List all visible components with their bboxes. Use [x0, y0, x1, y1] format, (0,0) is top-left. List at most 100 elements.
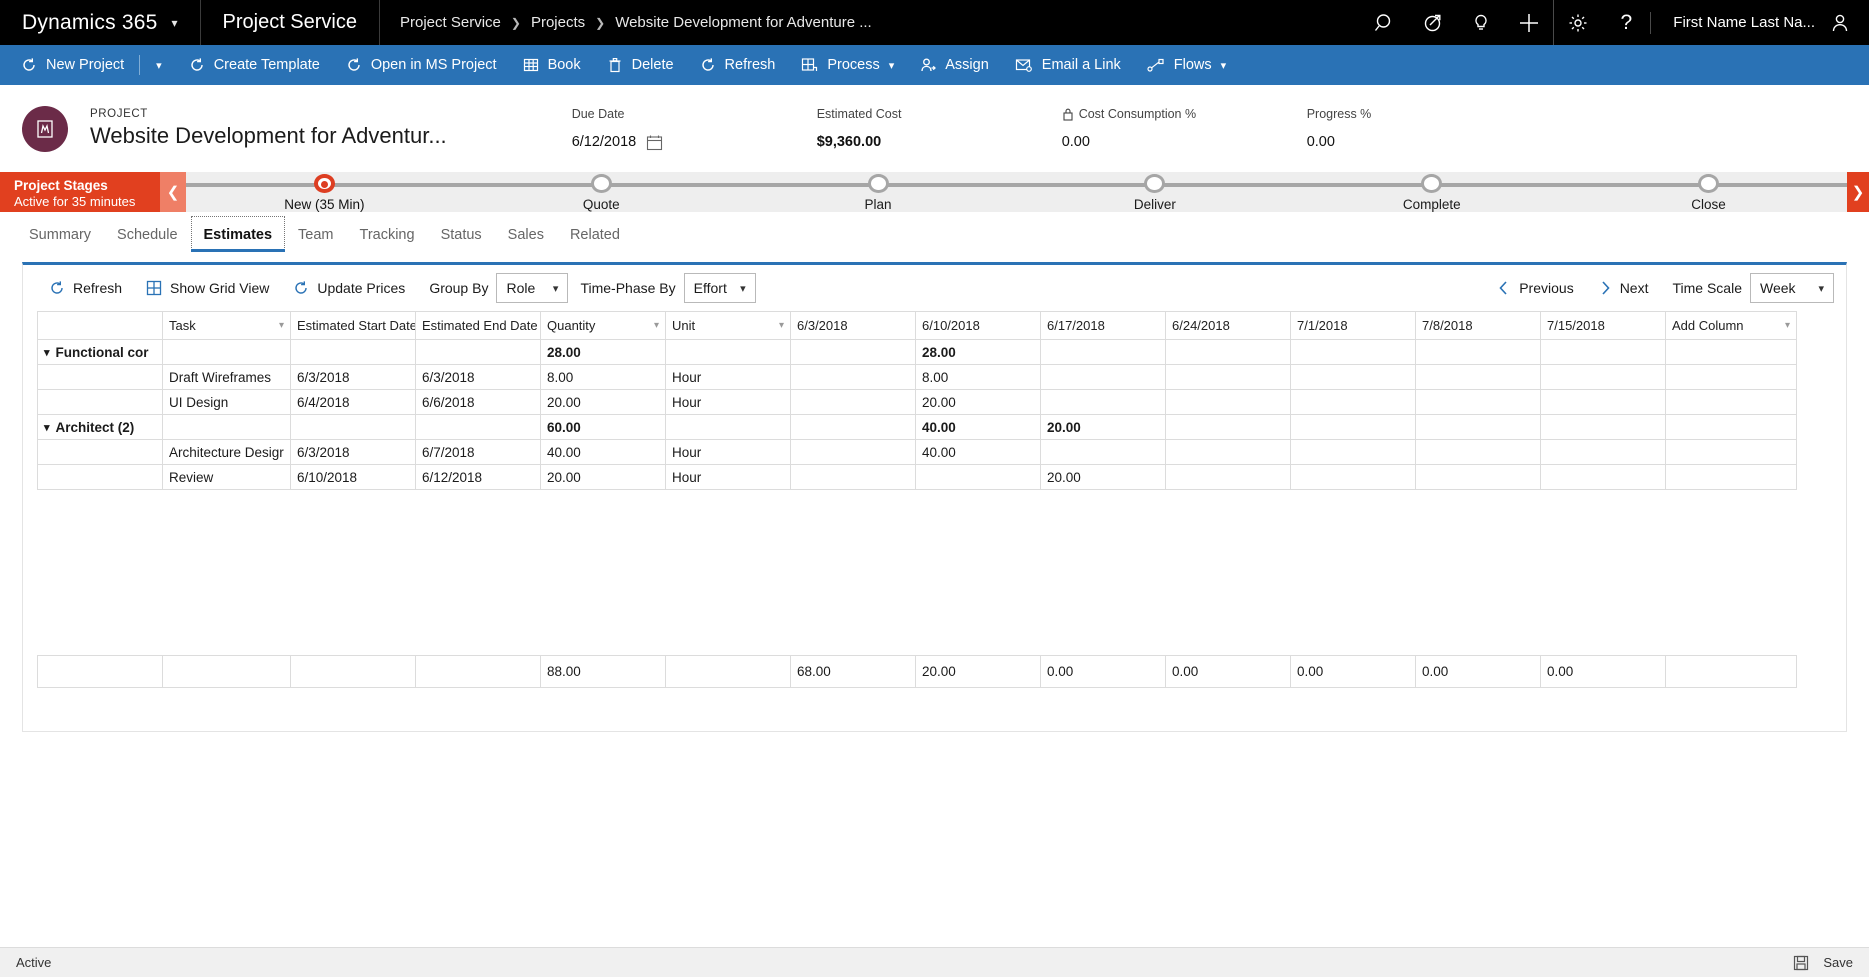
chevron-down-icon[interactable]: ▾ [279, 320, 284, 331]
cell-week-3[interactable] [1040, 339, 1166, 365]
group-cell[interactable] [37, 389, 163, 415]
cell-task[interactable]: UI Design [162, 389, 291, 415]
column-header-week-2[interactable]: 6/10/2018 [915, 311, 1041, 340]
delete-button[interactable]: Delete [594, 45, 687, 85]
tab-team[interactable]: Team [285, 216, 346, 252]
cell-task[interactable]: Architecture Desigr [162, 439, 291, 465]
cell-unit[interactable]: Hour [665, 389, 791, 415]
tab-summary[interactable]: Summary [16, 216, 104, 252]
cell-week-5[interactable] [1290, 464, 1416, 490]
save-label[interactable]: Save [1823, 955, 1853, 970]
table-row[interactable]: ▾ Architect (2) 60.00 40.00 20.00 [37, 414, 1797, 440]
cell-week-4[interactable] [1165, 464, 1291, 490]
cell-week-5[interactable] [1290, 439, 1416, 465]
cell-unit[interactable]: Hour [665, 464, 791, 490]
cell-week-1[interactable] [790, 414, 916, 440]
group-cell[interactable] [37, 439, 163, 465]
table-row[interactable]: Review 6/10/2018 6/12/2018 20.00 Hour 20… [37, 464, 1797, 490]
column-header-quantity[interactable]: Quantity ▾ [540, 311, 666, 340]
cell-end[interactable]: 6/6/2018 [415, 389, 541, 415]
cell-add-column[interactable] [1665, 339, 1797, 365]
chevron-down-icon[interactable]: ▾ [889, 59, 895, 72]
cell-week-2[interactable]: 28.00 [915, 339, 1041, 365]
chevron-down-icon[interactable]: ▾ [1785, 320, 1790, 331]
flows-button[interactable]: Flows ▾ [1134, 45, 1239, 85]
stage-title-block[interactable]: Project Stages Active for 35 minutes [0, 172, 160, 212]
breadcrumb-item-0[interactable]: Project Service [400, 14, 501, 31]
cell-week-2[interactable] [915, 464, 1041, 490]
cell-add-column[interactable] [1665, 389, 1797, 415]
cell-quantity[interactable]: 8.00 [540, 364, 666, 390]
cell-start[interactable]: 6/10/2018 [290, 464, 416, 490]
cell-unit[interactable] [665, 414, 791, 440]
cell-quantity[interactable]: 20.00 [540, 389, 666, 415]
cell-unit[interactable]: Hour [665, 439, 791, 465]
cell-add-column[interactable] [1665, 364, 1797, 390]
stage-plan[interactable]: Plan [740, 172, 1017, 212]
cell-week-7[interactable] [1540, 364, 1666, 390]
cell-add-column[interactable] [1665, 464, 1797, 490]
chevron-down-icon[interactable]: ▾ [779, 320, 784, 331]
table-row[interactable]: Draft Wireframes 6/3/2018 6/3/2018 8.00 … [37, 364, 1797, 390]
user-menu[interactable]: First Name Last Na... [1650, 11, 1869, 34]
due-date-value-row[interactable]: 6/12/2018 [572, 134, 817, 151]
refresh-button[interactable]: Refresh [687, 45, 789, 85]
cell-end[interactable] [415, 414, 541, 440]
chevron-down-icon[interactable]: ▾ [1221, 59, 1227, 72]
cell-quantity[interactable]: 40.00 [540, 439, 666, 465]
cell-week-5[interactable] [1290, 339, 1416, 365]
cell-week-4[interactable] [1165, 339, 1291, 365]
tab-schedule[interactable]: Schedule [104, 216, 190, 252]
cell-week-7[interactable] [1540, 414, 1666, 440]
new-project-button[interactable]: New Project [8, 45, 137, 85]
cell-week-7[interactable] [1540, 339, 1666, 365]
breadcrumb-item-1[interactable]: Projects [531, 14, 585, 31]
cell-start[interactable] [290, 414, 416, 440]
gear-icon[interactable] [1554, 0, 1602, 45]
cell-week-1[interactable] [790, 389, 916, 415]
cell-end[interactable]: 6/3/2018 [415, 364, 541, 390]
column-header-week-5[interactable]: 7/1/2018 [1290, 311, 1416, 340]
create-template-button[interactable]: Create Template [176, 45, 333, 85]
cell-task[interactable] [162, 414, 291, 440]
cell-week-6[interactable] [1415, 364, 1541, 390]
cell-add-column[interactable] [1665, 414, 1797, 440]
app-name[interactable]: Project Service [201, 0, 380, 45]
column-header-week-3[interactable]: 6/17/2018 [1040, 311, 1166, 340]
tab-status[interactable]: Status [428, 216, 495, 252]
stage-prev-arrow-icon[interactable]: ❮ [160, 172, 186, 212]
cell-week-6[interactable] [1415, 389, 1541, 415]
cell-week-4[interactable] [1165, 389, 1291, 415]
tab-estimates[interactable]: Estimates [190, 216, 286, 252]
help-icon[interactable]: ? [1602, 0, 1650, 45]
time-phase-by-select[interactable]: Effort ▾ [683, 273, 756, 303]
show-grid-view-button[interactable]: Show Grid View [134, 280, 281, 296]
group-cell[interactable] [37, 364, 163, 390]
column-header-estimated-end-date[interactable]: Estimated End Date▾ [415, 311, 541, 340]
cell-start[interactable]: 6/3/2018 [290, 364, 416, 390]
column-header-add-column[interactable]: Add Column ▾ [1665, 311, 1797, 340]
table-row[interactable]: Architecture Desigr 6/3/2018 6/7/2018 40… [37, 439, 1797, 465]
cell-week-2[interactable]: 40.00 [915, 414, 1041, 440]
cell-week-7[interactable] [1540, 439, 1666, 465]
cell-week-2[interactable]: 20.00 [915, 389, 1041, 415]
cell-week-3[interactable] [1040, 439, 1166, 465]
cell-week-5[interactable] [1290, 364, 1416, 390]
cell-week-5[interactable] [1290, 414, 1416, 440]
table-row[interactable]: UI Design 6/4/2018 6/6/2018 20.00 Hour 2… [37, 389, 1797, 415]
cell-week-3[interactable] [1040, 389, 1166, 415]
cell-week-6[interactable] [1415, 439, 1541, 465]
tab-sales[interactable]: Sales [495, 216, 557, 252]
cell-week-2[interactable]: 40.00 [915, 439, 1041, 465]
chevron-down-icon[interactable]: ▾ [171, 16, 177, 30]
column-header-task[interactable]: Task ▾ [162, 311, 291, 340]
new-project-dropdown[interactable]: ▾ [142, 45, 176, 85]
brand-menu[interactable]: Dynamics 365 ▾ [0, 0, 201, 45]
cell-task[interactable]: Draft Wireframes [162, 364, 291, 390]
chevron-down-icon[interactable]: ▾ [654, 320, 659, 331]
group-cell[interactable] [37, 464, 163, 490]
column-header-unit[interactable]: Unit ▾ [665, 311, 791, 340]
cell-start[interactable] [290, 339, 416, 365]
stage-deliver[interactable]: Deliver [1016, 172, 1293, 212]
cell-start[interactable]: 6/4/2018 [290, 389, 416, 415]
